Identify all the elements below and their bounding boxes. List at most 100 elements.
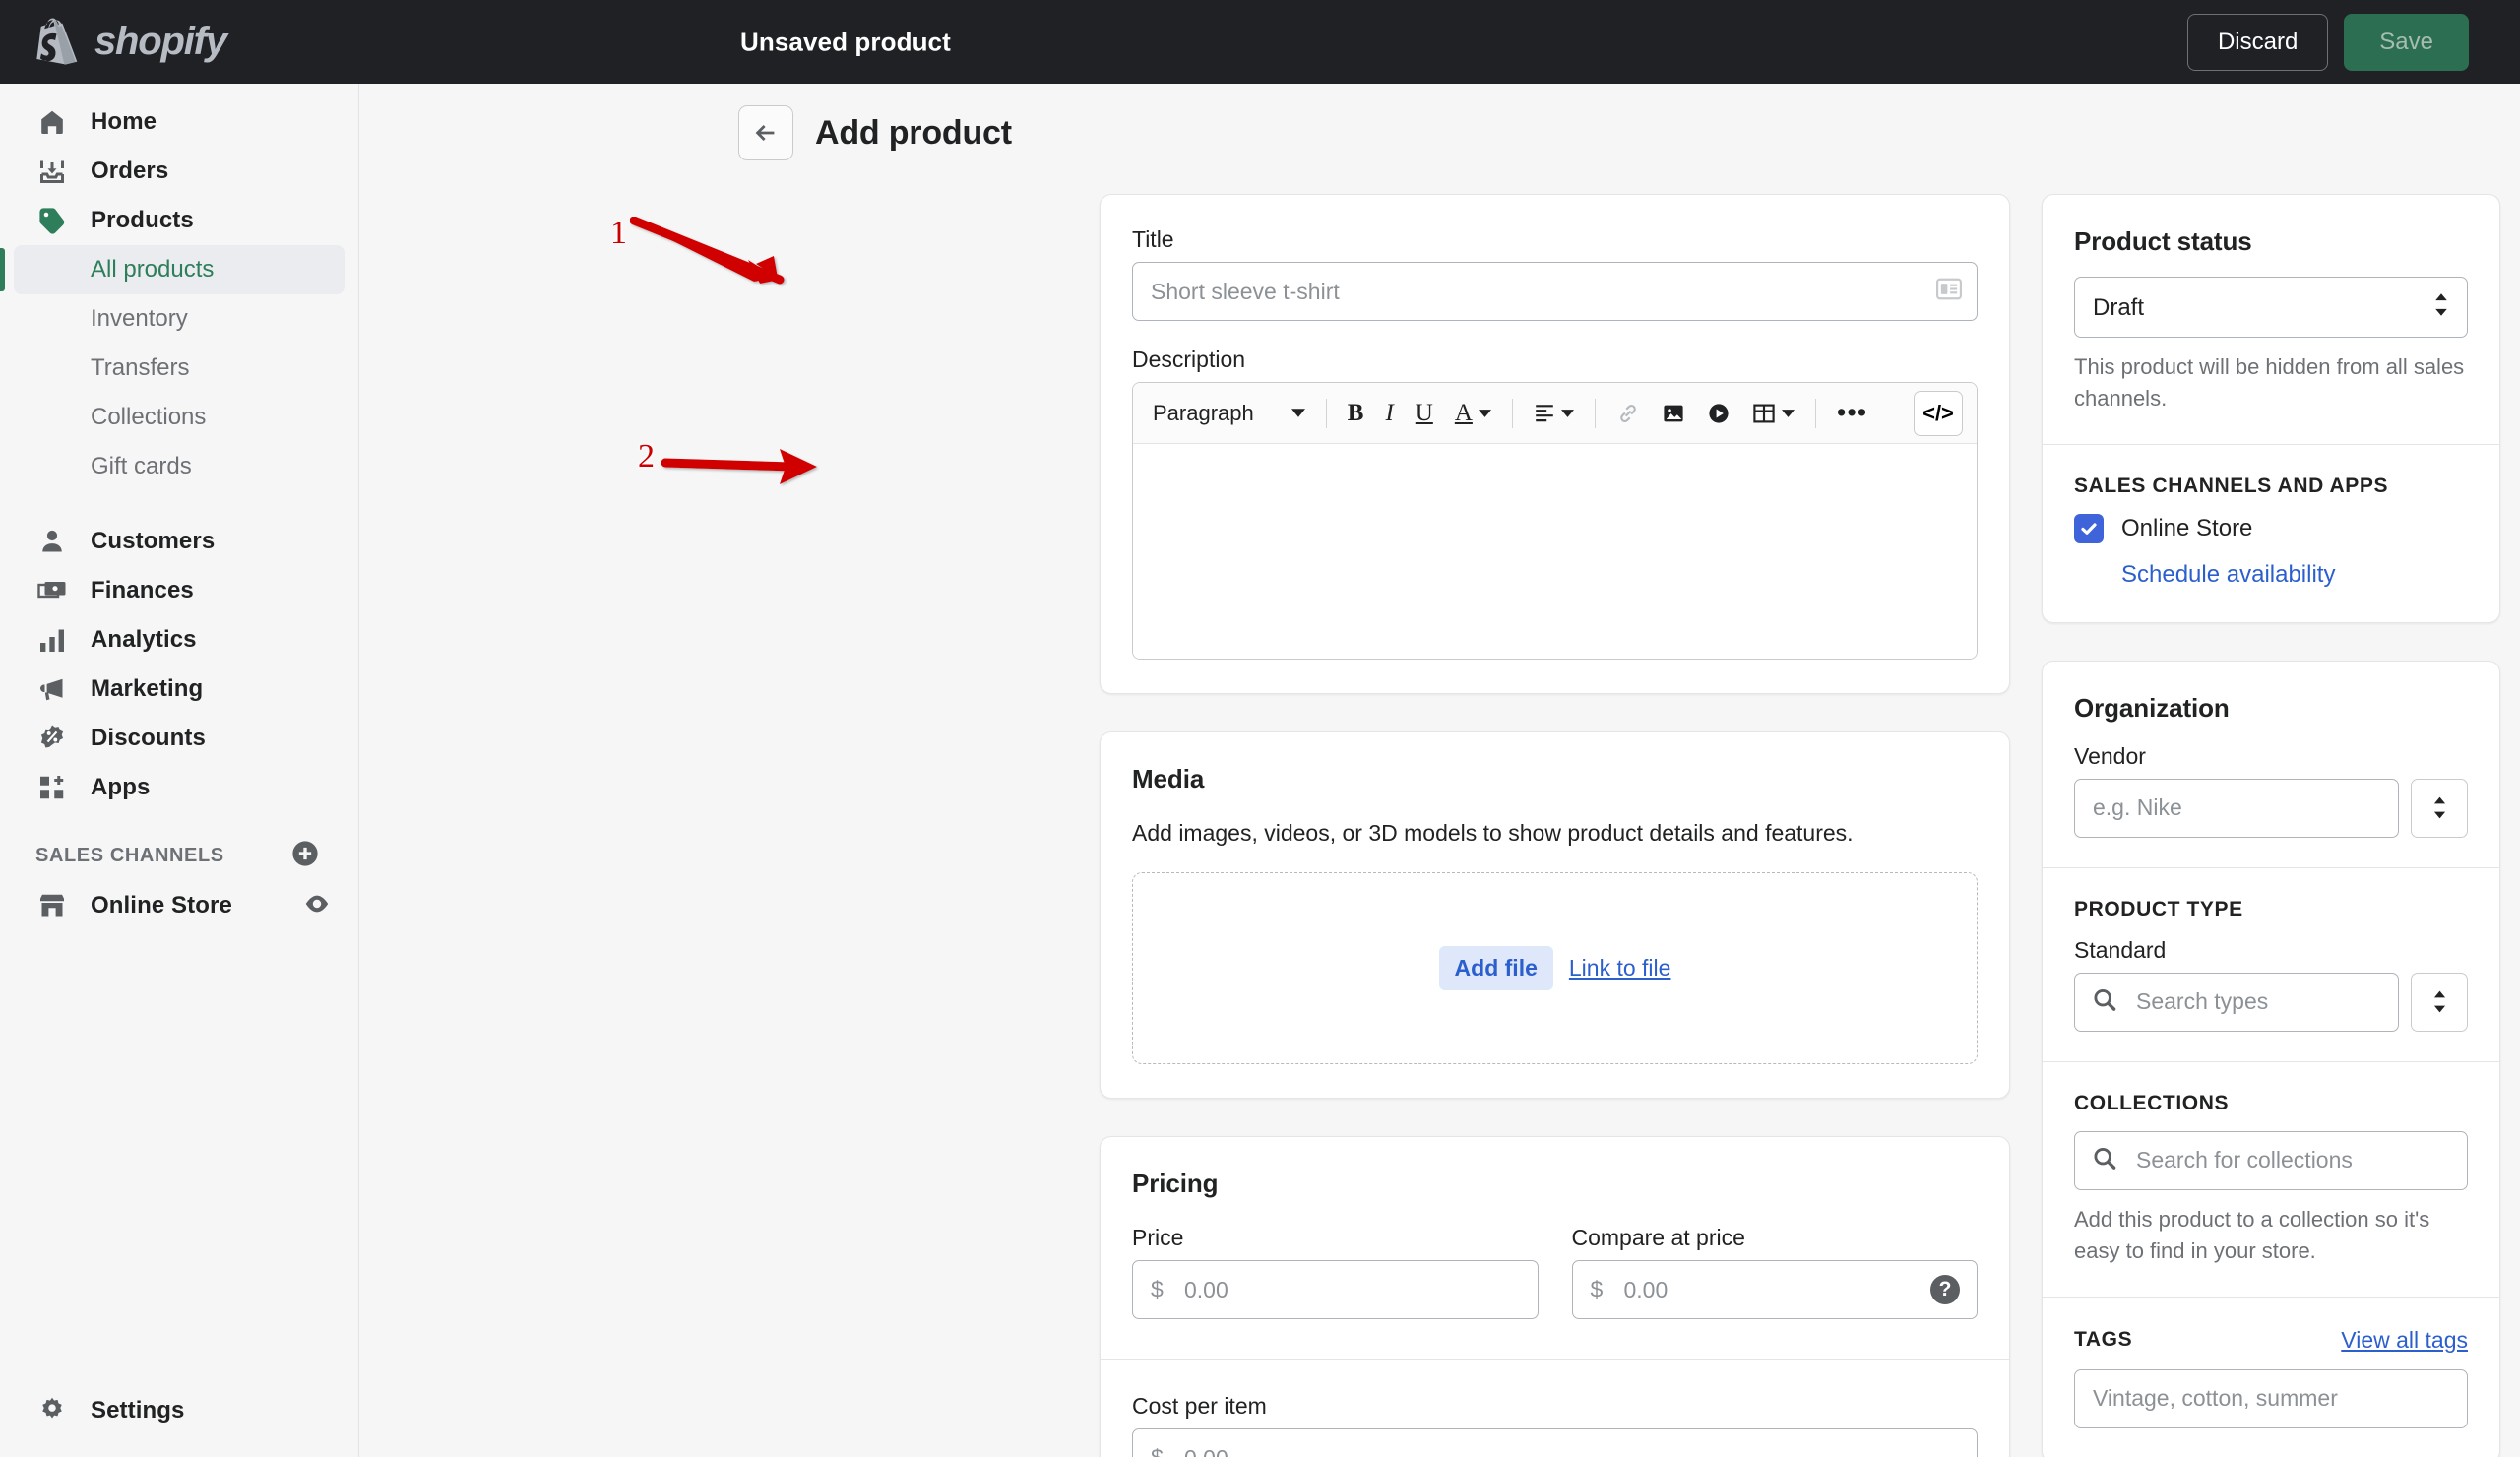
back-button[interactable] [738,105,793,160]
sidebar-item-products[interactable]: Products [14,196,345,245]
html-code-view-button[interactable]: </> [1914,391,1963,436]
finances-cash-icon [35,574,69,607]
cost-input-wrapper: $ [1132,1428,1978,1457]
content-columns: Title [359,160,2520,1457]
search-types-input[interactable] [2074,973,2399,1032]
paragraph-style-dropdown[interactable]: Paragraph [1143,392,1315,435]
sidebar-item-online-store[interactable]: Online Store [14,881,345,930]
tags-input[interactable] [2074,1369,2468,1428]
collections-search-wrapper [2074,1131,2468,1190]
sidebar-item-settings[interactable]: Settings [14,1386,345,1435]
bold-button[interactable]: B [1338,392,1374,435]
sidebar-item-discounts[interactable]: Discounts [14,714,345,763]
price-field-group: Price $ [1132,1225,1539,1319]
collections-search-input[interactable] [2074,1131,2468,1190]
vendor-label: Vendor [2074,743,2468,770]
add-file-button[interactable]: Add file [1439,946,1553,990]
underline-label: U [1416,400,1433,427]
sidebar-bottom: Settings [0,1386,358,1435]
product-type-header: PRODUCT TYPE [2074,898,2468,921]
sidebar-item-inventory[interactable]: Inventory [14,294,345,344]
text-color-button[interactable]: A [1445,392,1501,435]
align-button[interactable] [1524,392,1584,435]
sidebar-item-gift-cards[interactable]: Gift cards [14,442,345,491]
insert-video-button[interactable] [1697,392,1740,435]
product-status-card: Product status Draft This product will b… [2042,194,2500,623]
title-input-wrapper [1132,262,1978,321]
description-field-label: Description [1132,347,1978,373]
paragraph-style-label: Paragraph [1153,401,1254,426]
view-all-tags-link[interactable]: View all tags [2341,1327,2468,1354]
vendor-stepper-button[interactable] [2411,779,2468,838]
sidebar-item-collections[interactable]: Collections [14,393,345,442]
chevron-down-icon [1782,410,1795,417]
media-dropzone[interactable]: Add file Link to file [1132,872,1978,1064]
sidebar-item-finances[interactable]: Finances [14,566,345,615]
product-status-select[interactable]: Draft [2074,277,2468,338]
sidebar-item-transfers[interactable]: Transfers [14,344,345,393]
toolbar-divider [1512,399,1513,428]
annotation-arrow-1 [630,217,827,305]
sidebar-item-label: Online Store [91,892,232,919]
description-editor-body[interactable] [1133,444,1977,659]
italic-button[interactable]: I [1375,392,1403,435]
analytics-bars-icon [35,623,69,657]
annotation-number-1: 1 [610,215,627,252]
sidebar-item-home[interactable]: Home [14,97,345,147]
sidebar-item-orders[interactable]: Orders [14,147,345,196]
sidebar-item-apps[interactable]: Apps [14,763,345,812]
more-options-button[interactable]: ••• [1827,392,1877,435]
stepper-updown-icon [2431,989,2448,1014]
title-input[interactable] [1132,262,1978,321]
organization-card: Organization Vendor PRODUCT TYPE Standa [2042,661,2500,1457]
product-type-stepper-button[interactable] [2411,973,2468,1032]
link-to-file-link[interactable]: Link to file [1569,955,1671,982]
vendor-input-wrapper [2074,779,2399,838]
sidebar-item-label: Discounts [91,725,206,752]
sidebar-item-label: Settings [91,1397,184,1425]
chevron-down-icon [1479,410,1491,417]
product-tag-icon [35,204,69,237]
title-field-label: Title [1132,226,1978,253]
sidebar-item-marketing[interactable]: Marketing [14,665,345,714]
online-store-checkbox-label: Online Store [2121,515,2252,542]
preview-store-eye-icon[interactable] [303,890,331,922]
organization-title: Organization [2074,693,2468,724]
topbar-actions: Discard Save [2187,14,2469,71]
sidebar-item-customers[interactable]: Customers [14,517,345,566]
cost-per-item-input[interactable] [1132,1428,1978,1457]
editor-toolbar: Paragraph B I U A [1133,383,1977,444]
discard-button[interactable]: Discard [2187,14,2328,71]
shopify-brand[interactable]: shopify [33,18,339,67]
home-icon [35,105,69,139]
gear-icon [35,1394,69,1427]
media-card: Media Add images, videos, or 3D models t… [1100,731,2010,1099]
media-description: Add images, videos, or 3D models to show… [1132,820,1978,847]
sidebar-subitem-label: All products [91,256,214,284]
online-store-checkbox-row[interactable]: Online Store [2074,514,2468,543]
sidebar-item-label: Orders [91,158,168,185]
sidebar-item-all-products[interactable]: All products [14,245,345,294]
product-type-field-row [2074,973,2468,1032]
insert-link-button[interactable] [1606,392,1650,435]
insert-image-button[interactable] [1652,392,1695,435]
help-icon[interactable]: ? [1930,1275,1960,1304]
schedule-availability-link[interactable]: Schedule availability [2121,561,2335,588]
marketing-megaphone-icon [35,672,69,706]
chevron-down-icon [1561,410,1574,417]
compare-at-price-input[interactable] [1572,1260,1979,1319]
sidebar-item-analytics[interactable]: Analytics [14,615,345,665]
autofill-contact-card-icon[interactable] [1936,279,1962,305]
save-button[interactable]: Save [2344,14,2469,71]
product-status-select-wrapper: Draft [2074,277,2468,338]
underline-button[interactable]: U [1406,392,1443,435]
insert-table-button[interactable] [1742,392,1804,435]
page-header: Add product [359,84,2520,160]
add-sales-channel-icon[interactable] [291,840,319,872]
price-input[interactable] [1132,1260,1539,1319]
sidebar-nav: Home Orders Products All products Invent… [0,84,359,1457]
online-store-checkbox[interactable] [2074,514,2104,543]
sales-channels-label: SALES CHANNELS [35,845,224,867]
sidebar-subitem-label: Collections [91,404,206,431]
vendor-input[interactable] [2074,779,2399,838]
